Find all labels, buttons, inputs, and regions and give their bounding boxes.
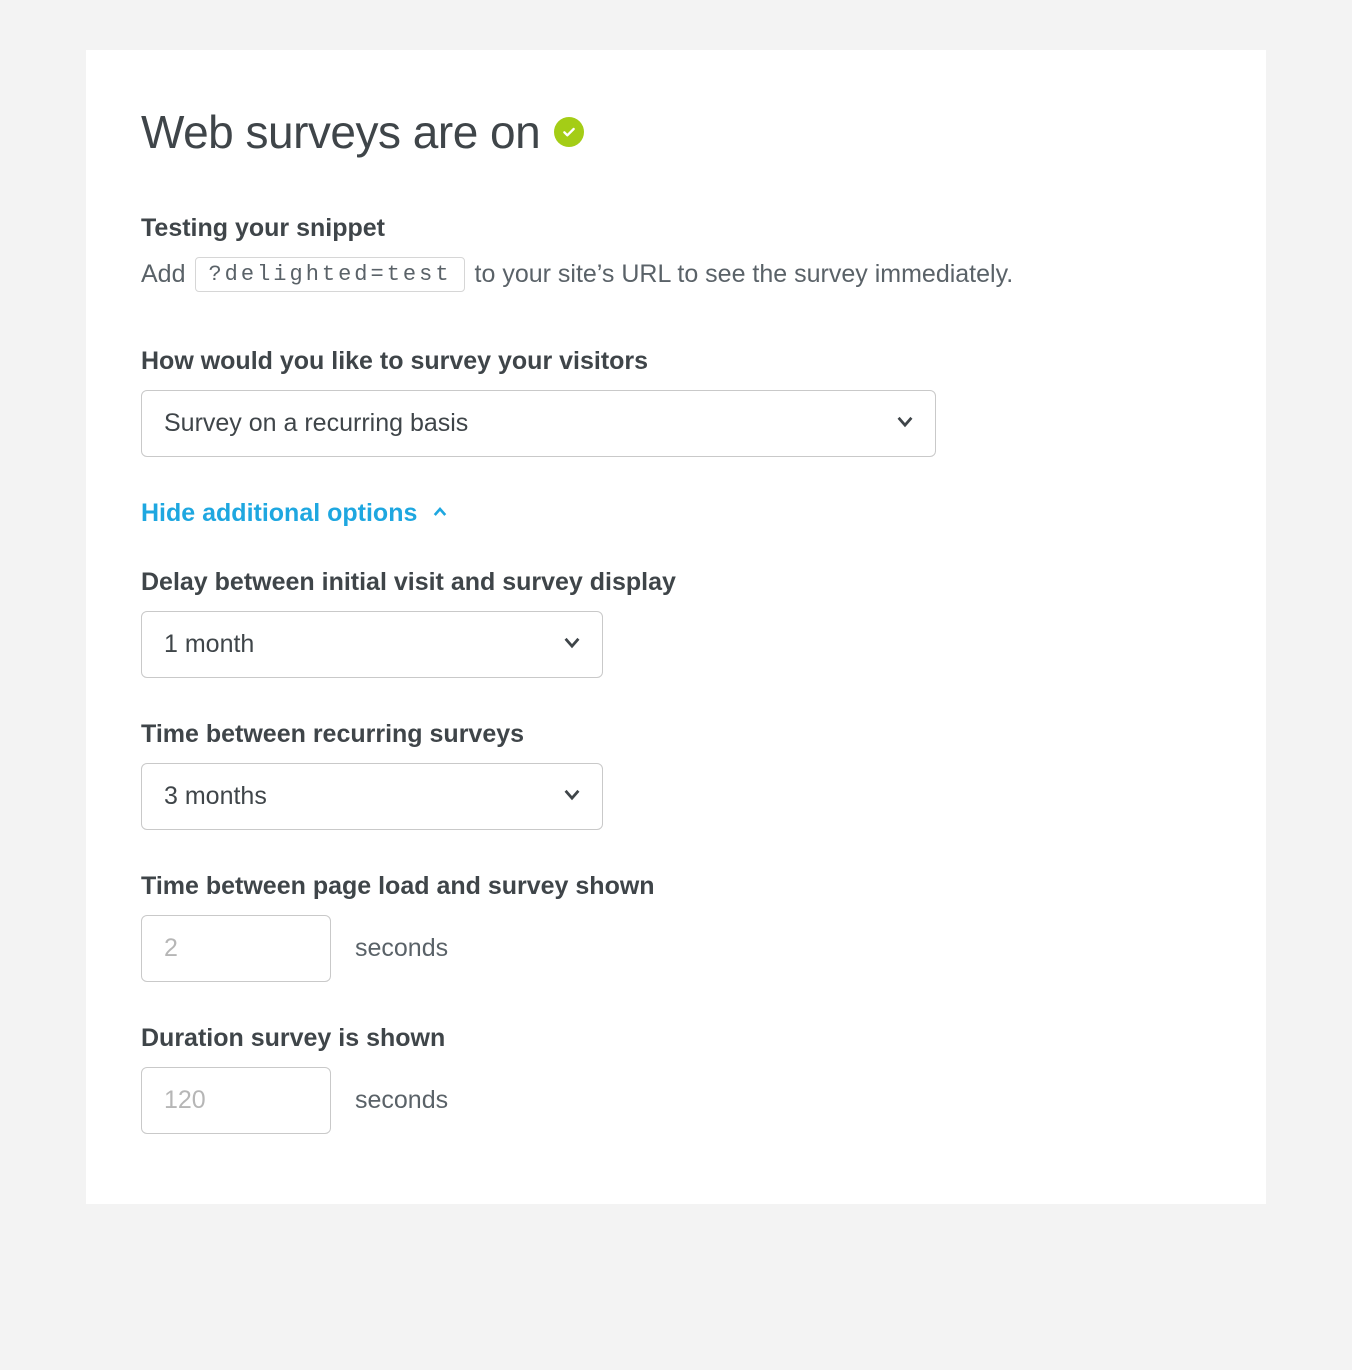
toggle-label: Hide additional options xyxy=(141,499,417,528)
testing-heading: Testing your snippet xyxy=(141,214,1211,243)
page-load-delay-unit: seconds xyxy=(355,934,448,963)
survey-method-label: How would you like to survey your visito… xyxy=(141,347,1211,376)
duration-shown-input[interactable] xyxy=(141,1067,331,1134)
duration-shown-unit: seconds xyxy=(355,1086,448,1115)
settings-card: Web surveys are on Testing your snippet … xyxy=(86,50,1266,1204)
testing-code: ?delighted=test xyxy=(195,257,464,292)
survey-method-group: How would you like to survey your visito… xyxy=(141,347,1211,457)
testing-section: Testing your snippet Add ?delighted=test… xyxy=(141,214,1211,292)
time-between-select[interactable]: 3 months xyxy=(141,763,603,830)
chevron-up-icon xyxy=(431,499,449,528)
testing-prefix: Add xyxy=(141,260,185,289)
survey-method-select[interactable]: Survey on a recurring basis xyxy=(141,390,936,457)
page-load-delay-group: Time between page load and survey shown … xyxy=(141,872,1211,982)
check-circle-icon xyxy=(554,117,584,147)
time-between-value: 3 months xyxy=(164,782,267,811)
duration-shown-group: Duration survey is shown seconds xyxy=(141,1024,1211,1134)
page-title-text: Web surveys are on xyxy=(141,105,540,159)
duration-shown-label: Duration survey is shown xyxy=(141,1024,1211,1053)
page-title: Web surveys are on xyxy=(141,105,1211,159)
testing-instructions: Add ?delighted=test to your site’s URL t… xyxy=(141,257,1211,292)
delay-initial-value: 1 month xyxy=(164,630,254,659)
survey-method-value: Survey on a recurring basis xyxy=(164,409,468,438)
delay-initial-group: Delay between initial visit and survey d… xyxy=(141,568,1211,678)
toggle-additional-options[interactable]: Hide additional options xyxy=(141,499,449,528)
time-between-label: Time between recurring surveys xyxy=(141,720,1211,749)
page-load-delay-input[interactable] xyxy=(141,915,331,982)
testing-suffix: to your site’s URL to see the survey imm… xyxy=(475,260,1014,289)
page-load-delay-label: Time between page load and survey shown xyxy=(141,872,1211,901)
time-between-group: Time between recurring surveys 3 months xyxy=(141,720,1211,830)
delay-initial-label: Delay between initial visit and survey d… xyxy=(141,568,1211,597)
delay-initial-select[interactable]: 1 month xyxy=(141,611,603,678)
